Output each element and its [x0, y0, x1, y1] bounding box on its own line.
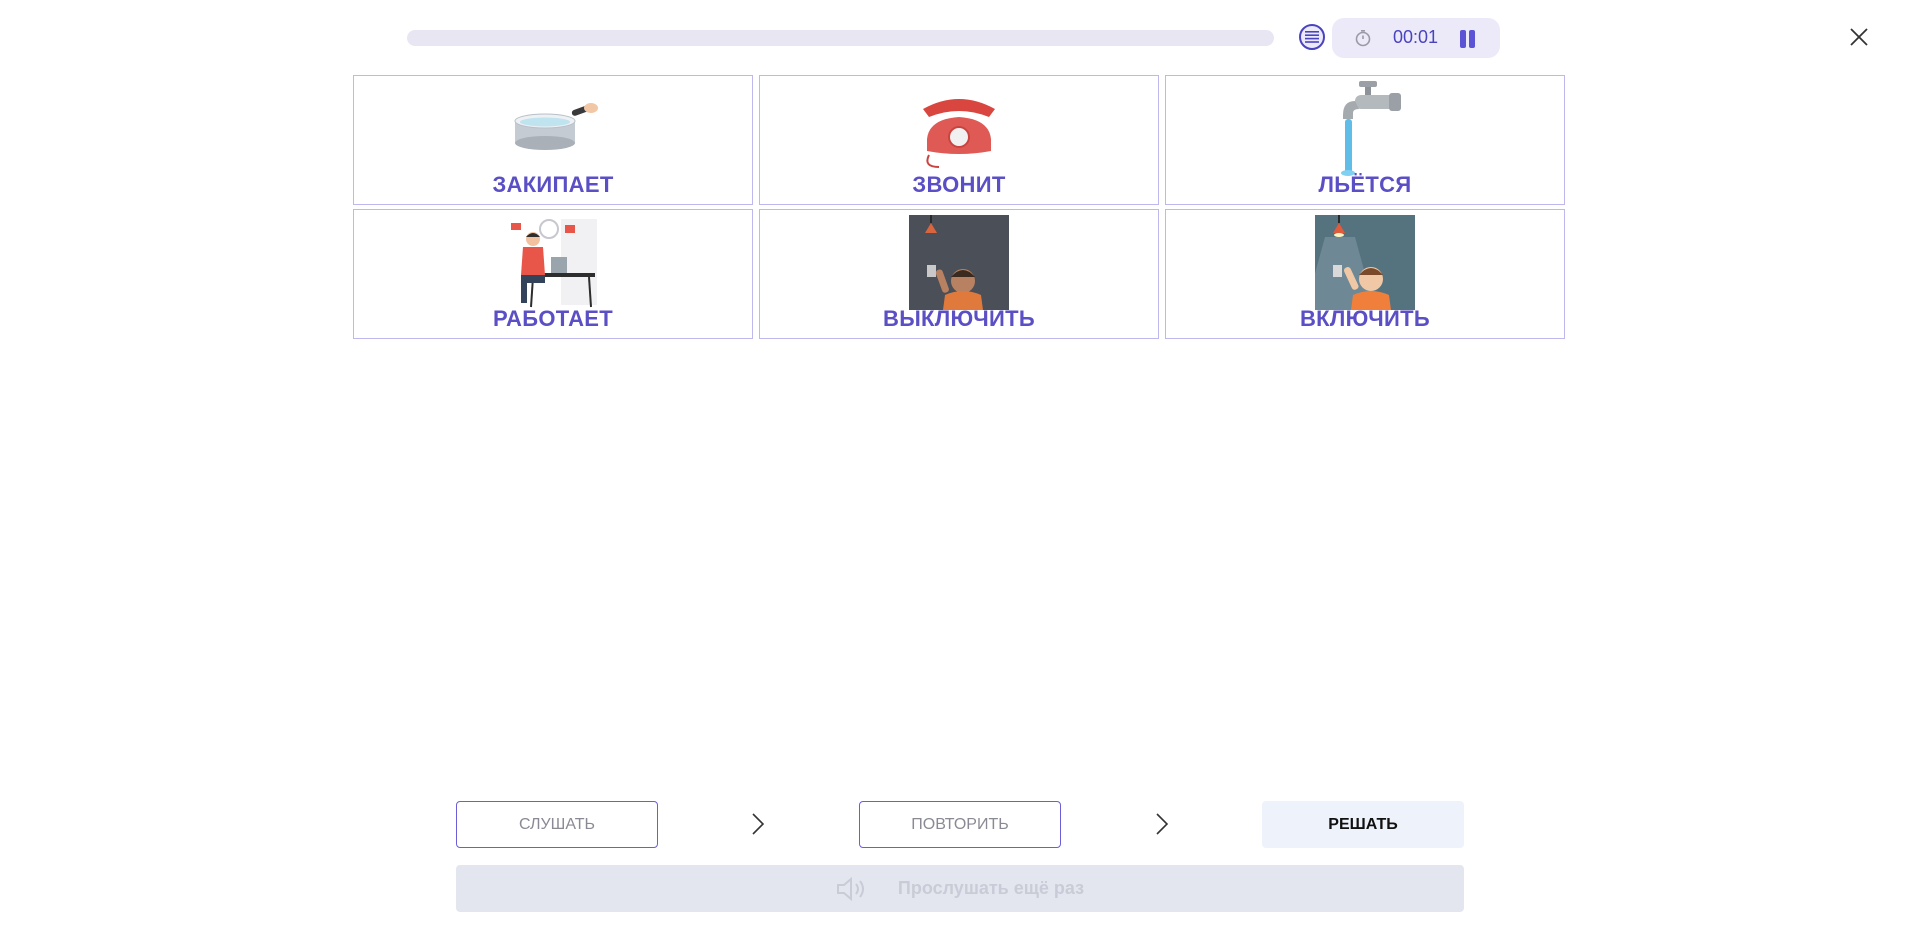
boy-switch-on-icon: [1315, 215, 1415, 310]
chevron-right-icon: [752, 813, 765, 835]
answer-card-4[interactable]: РАБОТАЕТ: [353, 209, 753, 339]
person-working-icon: [511, 219, 597, 308]
solve-button[interactable]: РЕШАТЬ: [1262, 801, 1464, 848]
card-label: ВЫКЛЮЧИТЬ: [883, 306, 1035, 331]
answer-card-6[interactable]: ВКЛЮЧИТЬ: [1165, 209, 1565, 339]
answer-card-1[interactable]: ЗАКИПАЕТ: [353, 75, 753, 205]
answer-card-2[interactable]: ЗВОНИТ: [759, 75, 1159, 205]
card-label: ЗАКИПАЕТ: [492, 172, 614, 197]
chevron-right-icon: [1156, 813, 1169, 835]
card-label: ЛЬЁТСЯ: [1318, 172, 1412, 197]
stopwatch-icon: [1355, 29, 1371, 47]
replay-button[interactable]: Прослушать ещё раз: [456, 865, 1464, 912]
card-label: РАБОТАЕТ: [492, 306, 613, 331]
list-icon[interactable]: [1299, 24, 1325, 50]
timer-panel: 00:01: [1332, 18, 1500, 58]
close-icon[interactable]: [1847, 25, 1871, 49]
replay-label: Прослушать ещё раз: [897, 878, 1085, 898]
telephone-icon: [923, 99, 995, 168]
boy-switch-off-icon: [909, 215, 1009, 310]
speaker-icon: [836, 876, 864, 901]
listen-button[interactable]: СЛУШАТЬ: [456, 801, 658, 848]
water-tap-icon: [1341, 81, 1401, 176]
progress-bar: [407, 30, 1274, 46]
answer-card-5[interactable]: ВЫКЛЮЧИТЬ: [759, 209, 1159, 339]
timer-value: 00:01: [1393, 27, 1439, 47]
card-label: ЗВОНИТ: [912, 172, 1006, 197]
pause-icon: [1460, 30, 1466, 48]
card-label: ВКЛЮЧИТЬ: [1299, 306, 1431, 331]
pause-button[interactable]: [1458, 30, 1476, 48]
saucepan-boiling-icon: [514, 103, 598, 150]
answer-card-3[interactable]: ЛЬЁТСЯ: [1165, 75, 1565, 205]
repeat-button[interactable]: ПОВТОРИТЬ: [859, 801, 1061, 848]
